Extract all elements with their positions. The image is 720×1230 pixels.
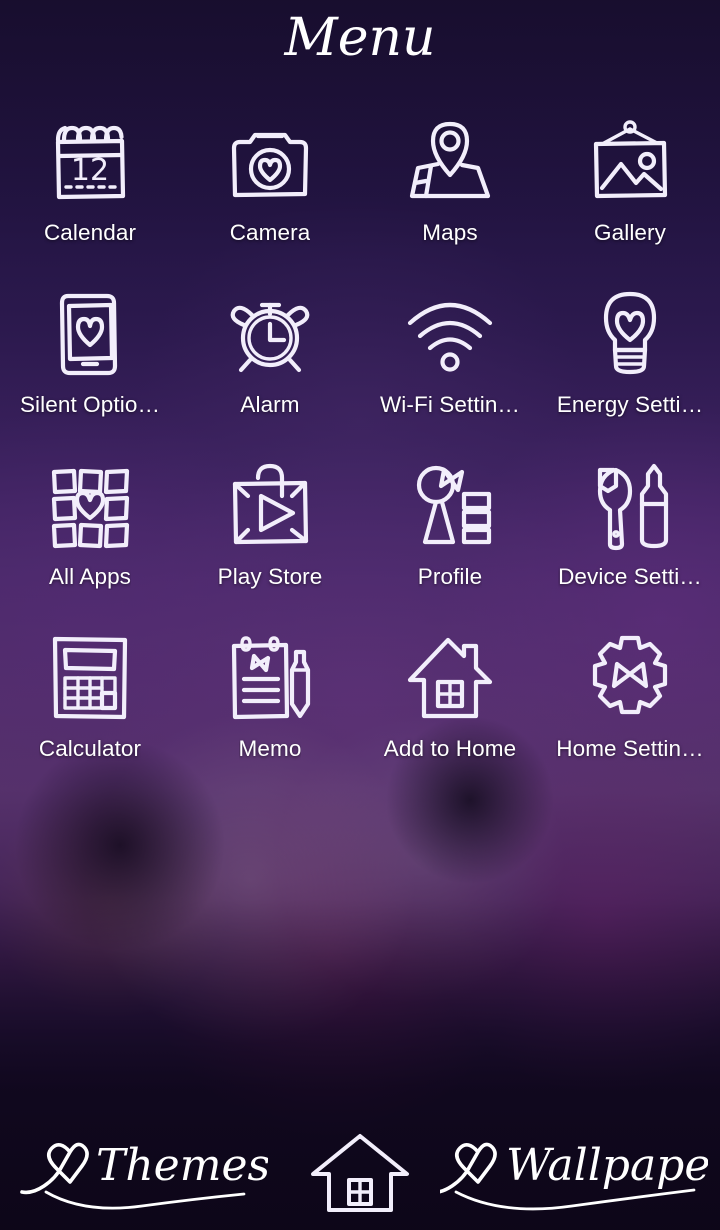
app-cell-device-settings[interactable]: Device Setti…: [540, 456, 720, 628]
app-cell-profile[interactable]: Profile: [360, 456, 540, 628]
app-cell-gallery: Gallery: [540, 112, 720, 284]
app-label: Home Settin…: [556, 736, 704, 761]
dock-themes-graphic: Themes: [20, 1140, 268, 1210]
app-label: Calendar: [43, 220, 137, 245]
house-icon: [398, 628, 502, 728]
app-cell-camera[interactable]: Camera: [180, 112, 360, 284]
camera-heart-icon: [218, 112, 322, 212]
launcher-menu-screen: Menu 12 Calendar Camera Maps Gallery Sil…: [0, 0, 720, 1230]
app-cell-wifi-settings[interactable]: Wi-Fi Settin…: [360, 284, 540, 456]
app-label: Silent Optio…: [19, 392, 161, 417]
lightbulb-heart-icon: [578, 284, 682, 384]
page-title-text: Menu: [284, 8, 436, 68]
app-cell-all-apps[interactable]: All Apps: [0, 456, 180, 628]
bottom-dock: Themes Wallpapers: [0, 1110, 720, 1230]
app-label: Energy Setti…: [556, 392, 704, 417]
dock-wallpapers-graphic: Wallpapers: [440, 1140, 708, 1211]
dock-wallpapers-label: Wallpapers: [506, 1140, 708, 1191]
dock-home-button[interactable]: [300, 1128, 420, 1218]
app-cell-calculator[interactable]: Calculator: [0, 628, 180, 800]
calculator-icon: [38, 628, 142, 728]
app-cell-calendar[interactable]: 12 Calendar: [0, 112, 180, 284]
home-button-icon: [311, 1134, 409, 1212]
app-label: Alarm: [240, 392, 300, 417]
app-grid: 12 Calendar Camera Maps Gallery Silent O…: [0, 112, 720, 800]
calendar-icon: 12: [38, 112, 142, 212]
app-cell-silent-options[interactable]: Silent Optio…: [0, 284, 180, 456]
app-label: All Apps: [48, 564, 132, 589]
app-cell-home-settings[interactable]: Home Settin…: [540, 628, 720, 800]
app-label: Device Setti…: [558, 564, 702, 589]
app-cell-maps[interactable]: Maps: [360, 112, 540, 284]
wrench-screwdriver-icon: [578, 456, 682, 556]
page-title-script: Menu: [284, 8, 436, 68]
map-pin-icon: [398, 112, 502, 212]
picture-frame-icon: [578, 112, 682, 212]
app-label: Calculator: [38, 736, 142, 761]
app-grid-heart-icon: [38, 456, 142, 556]
app-cell-alarm[interactable]: Alarm: [180, 284, 360, 456]
app-label: Maps: [422, 220, 478, 245]
shopping-bag-play-icon: [218, 456, 322, 556]
app-label: Memo: [238, 736, 302, 761]
dock-wallpapers-button[interactable]: Wallpapers: [440, 1122, 708, 1222]
app-label: Camera: [229, 220, 311, 245]
app-cell-memo[interactable]: Memo: [180, 628, 360, 800]
page-title: Menu: [0, 0, 720, 78]
dock-themes-label: Themes: [96, 1140, 268, 1191]
app-cell-play-store[interactable]: Play Store: [180, 456, 360, 628]
notepad-pen-icon: [218, 628, 322, 728]
calendar-day-number: 12: [71, 153, 109, 188]
gear-bow-icon: [578, 628, 682, 728]
app-cell-energy-settings[interactable]: Energy Setti…: [540, 284, 720, 456]
app-label: Add to Home: [383, 736, 517, 761]
alarm-clock-icon: [218, 284, 322, 384]
app-cell-add-to-home[interactable]: Add to Home: [360, 628, 540, 800]
wifi-icon: [398, 284, 502, 384]
dock-themes-button[interactable]: Themes: [18, 1122, 268, 1222]
app-label: Wi-Fi Settin…: [379, 392, 521, 417]
app-label: Profile: [417, 564, 483, 589]
app-label: Play Store: [217, 564, 323, 589]
app-label: Gallery: [594, 220, 666, 245]
phone-heart-icon: [38, 284, 142, 384]
person-bow-list-icon: [398, 456, 502, 556]
